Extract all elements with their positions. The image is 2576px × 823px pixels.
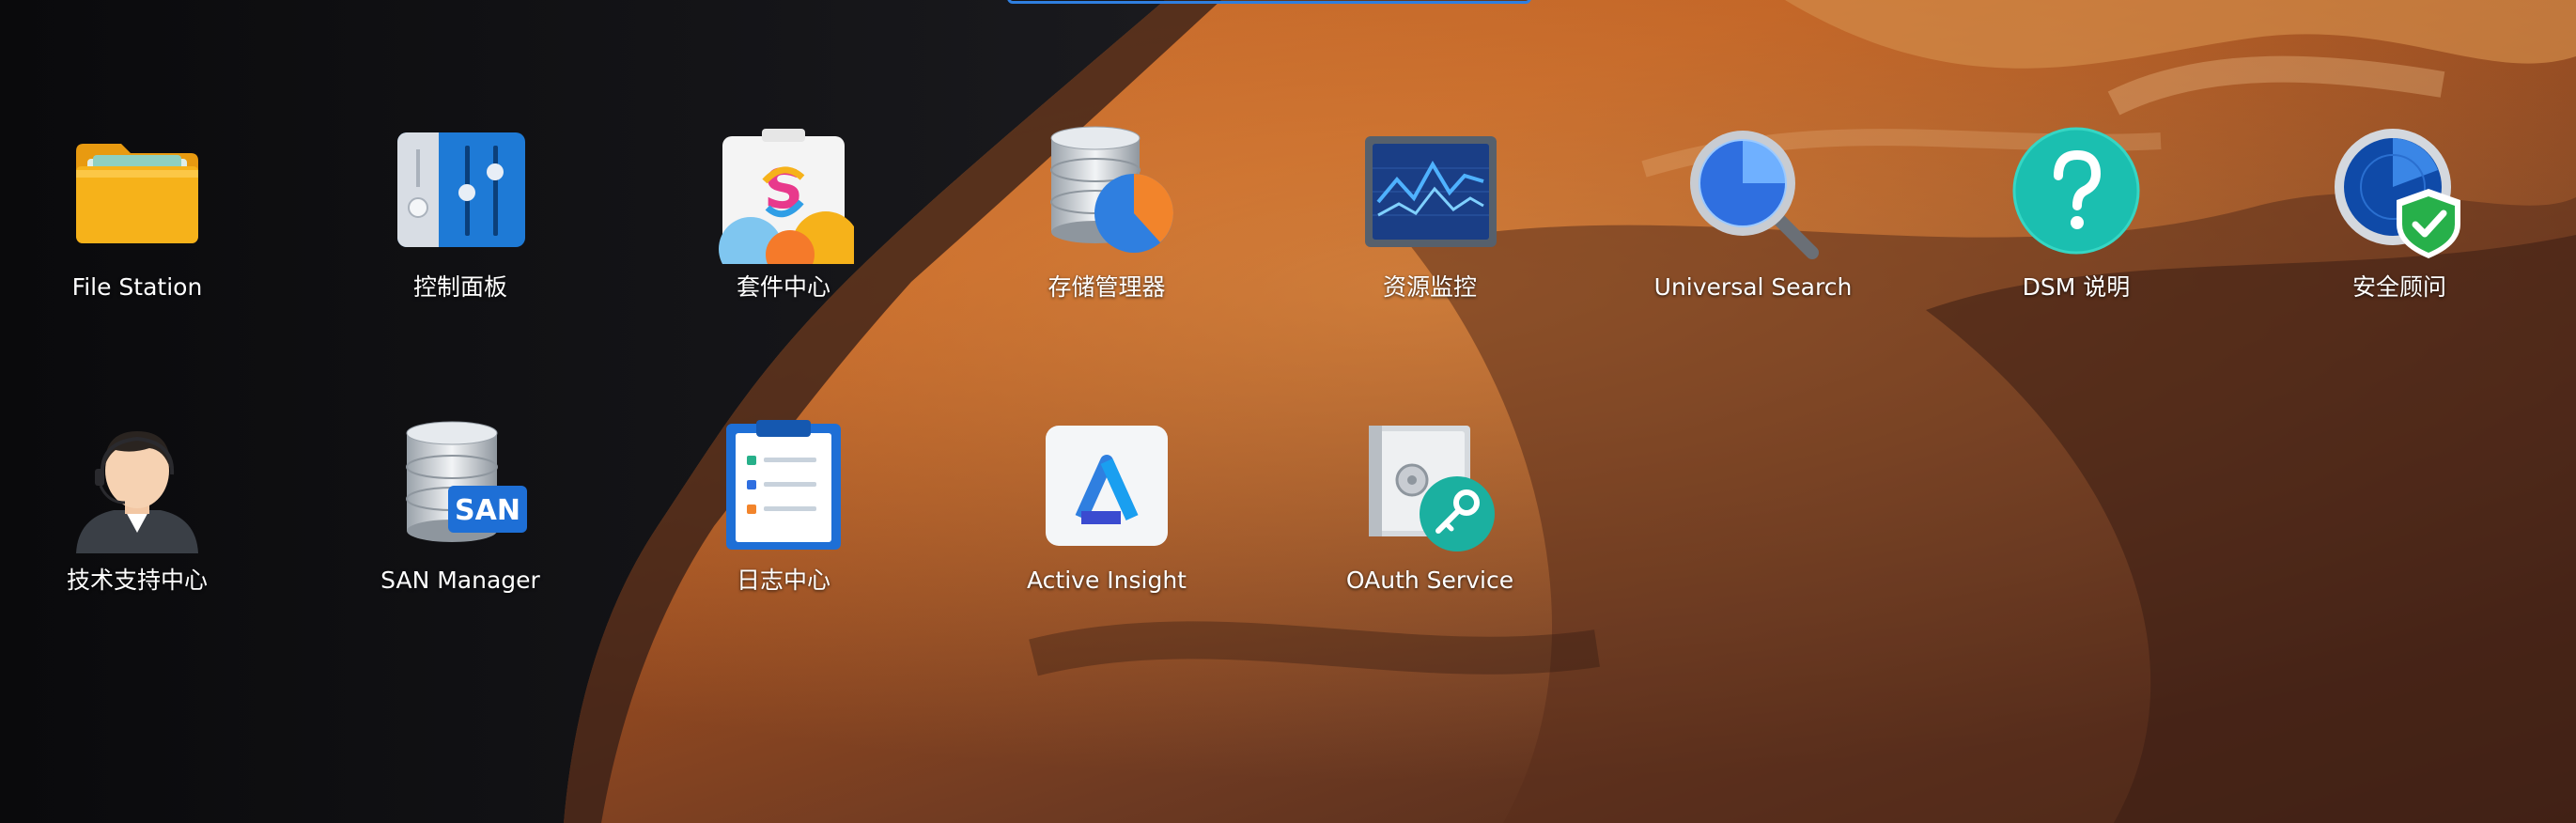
app-label: SAN Manager [380, 567, 540, 594]
app-label: 技术支持中心 [66, 567, 208, 594]
app-package-center[interactable]: S 套件中心 [671, 123, 896, 311]
app-label: 套件中心 [736, 273, 830, 301]
app-oauth-service[interactable]: OAuth Service [1317, 416, 1543, 604]
sliders-icon [390, 123, 531, 264]
shield-check-icon [2329, 123, 2470, 264]
app-label: Universal Search [1653, 273, 1853, 301]
folder-icon [67, 123, 208, 264]
app-label: 存储管理器 [1047, 273, 1166, 301]
clipboard-log-icon [713, 416, 854, 557]
app-support-center[interactable]: 技术支持中心 [24, 416, 250, 604]
app-control-panel[interactable]: 控制面板 [348, 123, 573, 311]
app-label: 资源监控 [1382, 273, 1477, 301]
monitor-graph-icon [1359, 123, 1500, 264]
app-san-manager[interactable]: SAN SAN Manager [348, 416, 573, 604]
app-label: 安全顾问 [2351, 273, 2446, 301]
app-log-center[interactable]: 日志中心 [671, 416, 896, 604]
san-badge: SAN [455, 494, 520, 527]
active-insight-icon [1036, 416, 1177, 557]
app-dsm-help[interactable]: DSM 说明 [1963, 123, 2189, 311]
safe-key-icon [1359, 416, 1500, 557]
support-agent-icon [67, 416, 208, 557]
question-icon [2006, 123, 2147, 264]
san-database-icon: SAN [390, 416, 531, 557]
app-label: DSM 说明 [2022, 273, 2131, 301]
app-active-insight[interactable]: Active Insight [994, 416, 1219, 604]
app-label: 日志中心 [736, 567, 830, 594]
magnifier-icon [1683, 123, 1823, 264]
app-label: OAuth Service [1345, 567, 1514, 594]
app-label: File Station [71, 273, 203, 301]
desktop: File Station 控制面板 S 套件中心 存储管理器 资源监控 Univ… [0, 0, 2576, 823]
app-storage-manager[interactable]: 存储管理器 [994, 123, 1219, 311]
app-label: Active Insight [1027, 567, 1187, 594]
package-center-icon: S [713, 123, 854, 264]
app-universal-search[interactable]: Universal Search [1640, 123, 1866, 311]
app-resource-monitor[interactable]: 资源监控 [1317, 123, 1543, 311]
app-security-advisor[interactable]: 安全顾问 [2287, 123, 2512, 311]
app-file-station[interactable]: File Station [24, 123, 250, 311]
storage-pie-icon [1036, 123, 1177, 264]
app-label: 控制面板 [412, 273, 507, 301]
app-grid: File Station 控制面板 S 套件中心 存储管理器 资源监控 Univ… [0, 0, 2576, 823]
